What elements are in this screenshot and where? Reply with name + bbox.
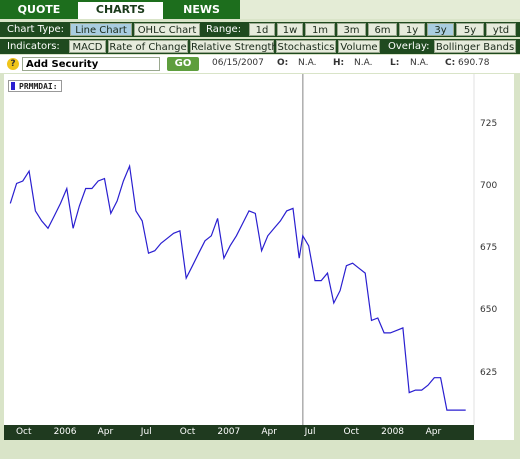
- indicators-label: Indicators:: [7, 41, 60, 52]
- high-value: N.A.: [354, 58, 373, 68]
- tab-news[interactable]: NEWS: [163, 0, 240, 19]
- range-ytd-button[interactable]: ytd: [486, 23, 516, 36]
- help-icon[interactable]: ?: [7, 58, 19, 70]
- go-button[interactable]: GO: [167, 57, 199, 71]
- price-chart[interactable]: [4, 74, 514, 440]
- y-tick-label: 650: [480, 305, 498, 316]
- range-1y-button[interactable]: 1y: [399, 23, 425, 36]
- close-value: 690.78: [458, 58, 490, 68]
- quote-date: 06/15/2007: [212, 58, 264, 68]
- x-tick-label: Apr: [97, 427, 114, 437]
- low-value: N.A.: [410, 58, 429, 68]
- y-tick-label: 725: [480, 118, 498, 129]
- volume-button[interactable]: Volume: [338, 40, 380, 53]
- x-tick-label: 2006: [53, 427, 77, 437]
- chart-svg: [9, 74, 475, 425]
- chart-type-range-bar: Chart Type: Line Chart OHLC Chart Range:…: [0, 22, 520, 37]
- range-3m-button[interactable]: 3m: [337, 23, 366, 36]
- tab-bar: QUOTE CHARTS NEWS: [0, 0, 520, 19]
- x-tick-label: 2007: [217, 427, 241, 437]
- x-tick-label: Oct: [343, 427, 360, 437]
- x-tick-label: Oct: [15, 427, 32, 437]
- x-tick-label: Apr: [261, 427, 277, 437]
- range-1d-button[interactable]: 1d: [249, 23, 275, 36]
- close-label: C:: [445, 58, 456, 68]
- range-3y-button[interactable]: 3y: [427, 23, 454, 36]
- bollinger-bands-button[interactable]: Bollinger Bands: [434, 40, 516, 53]
- indicators-bar: Indicators: MACD Rate of Change Relative…: [0, 39, 520, 54]
- overlay-label: Overlay:: [388, 41, 430, 52]
- x-axis-bar: Oct 2006 Apr Jul Oct 2007 Apr Jul Oct 2008 Apr: [4, 425, 474, 440]
- y-tick-label: 675: [480, 243, 498, 254]
- x-tick-label: Jul: [304, 427, 316, 437]
- range-5y-button[interactable]: 5y: [456, 23, 484, 36]
- x-tick-label: Jul: [140, 427, 152, 437]
- range-6m-button[interactable]: 6m: [368, 23, 397, 36]
- x-tick-label: 2008: [381, 427, 405, 437]
- high-label: H:: [333, 58, 345, 68]
- series-line-0: [9, 163, 466, 411]
- series-name: PRMMDAI:: [19, 82, 58, 91]
- low-label: L:: [390, 58, 400, 68]
- open-label: O:: [277, 58, 289, 68]
- range-1m-button[interactable]: 1m: [305, 23, 335, 36]
- relative-strength-button[interactable]: Relative Strength: [190, 40, 278, 53]
- y-tick-label: 625: [480, 367, 498, 378]
- rate-of-change-button[interactable]: Rate of Change: [108, 40, 188, 53]
- ohlc-chart-button[interactable]: OHLC Chart: [134, 23, 200, 36]
- tab-quote[interactable]: QUOTE: [0, 0, 78, 19]
- add-security-input[interactable]: [22, 57, 160, 71]
- series-swatch: [11, 82, 15, 90]
- search-quote-row: ? GO 06/15/2007 O: N.A. H: N.A. L: N.A. …: [0, 55, 520, 73]
- macd-button[interactable]: MACD: [69, 40, 106, 53]
- x-tick-label: Oct: [179, 427, 196, 437]
- chart-type-label: Chart Type:: [7, 24, 64, 35]
- range-1w-button[interactable]: 1w: [277, 23, 303, 36]
- line-chart-button[interactable]: Line Chart: [70, 23, 132, 36]
- open-value: N.A.: [298, 58, 317, 68]
- series-legend: PRMMDAI:: [8, 80, 62, 92]
- x-tick-label: Apr: [425, 427, 442, 437]
- stochastics-button[interactable]: Stochastics: [276, 40, 336, 53]
- y-tick-label: 700: [480, 181, 498, 192]
- tab-charts[interactable]: CHARTS: [78, 0, 163, 19]
- range-label: Range:: [206, 24, 242, 35]
